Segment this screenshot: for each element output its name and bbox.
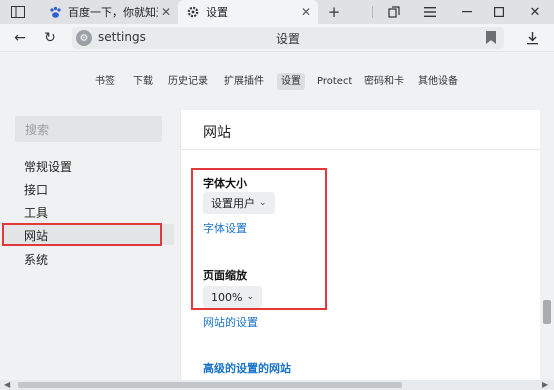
vertical-scrollbar[interactable] xyxy=(540,110,554,380)
nav-history[interactable]: 历史记录 xyxy=(168,73,208,90)
new-tab-icon[interactable]: + xyxy=(326,3,342,21)
divider xyxy=(372,6,373,18)
annotation-highlight-box xyxy=(191,168,327,310)
horizontal-scrollbar[interactable]: ◀ ▶ xyxy=(0,380,554,390)
nav-settings[interactable]: 设置 xyxy=(277,73,305,90)
scroll-right-icon[interactable]: ▶ xyxy=(542,380,548,389)
baidu-paw-icon xyxy=(48,5,62,19)
sidebar-item-tools[interactable]: 工具 xyxy=(24,205,48,221)
tab-baidu[interactable]: 百度一下，你就知道 ✕ xyxy=(40,0,178,24)
sidebar-item-general[interactable]: 常规设置 xyxy=(24,159,72,175)
url-text: settings xyxy=(98,30,146,44)
tab-settings[interactable]: 设置 ✕ xyxy=(178,0,318,24)
tab-label: 百度一下，你就知道 xyxy=(68,6,158,19)
advanced-site-settings-link[interactable]: 高级的设置的网站 xyxy=(203,360,291,376)
nav-protect[interactable]: Protect xyxy=(317,73,352,90)
scroll-left-icon[interactable]: ◀ xyxy=(4,380,10,389)
gear-icon xyxy=(186,5,200,19)
site-settings-link[interactable]: 网站的设置 xyxy=(203,314,258,330)
divider xyxy=(181,149,541,150)
reload-icon[interactable]: ↻ xyxy=(41,29,59,47)
sidebar-item-system[interactable]: 系统 xyxy=(24,252,48,268)
annotation-highlight-box xyxy=(2,223,162,246)
scrollbar-thumb[interactable] xyxy=(18,382,402,388)
omnibox[interactable]: ⚙ settings 设置 xyxy=(72,27,504,49)
download-icon[interactable] xyxy=(523,29,541,47)
title-bar: 百度一下，你就知道 ✕ 设置 ✕ + ✕ xyxy=(0,0,554,24)
maximize-icon[interactable] xyxy=(491,4,507,20)
address-bar: ← ↻ ⚙ settings 设置 xyxy=(0,24,554,52)
site-info-icon[interactable]: ⚙ xyxy=(76,30,92,46)
sidebar-item-interface[interactable]: 接口 xyxy=(24,182,48,198)
close-window-icon[interactable]: ✕ xyxy=(527,4,543,20)
workspaces-icon[interactable] xyxy=(386,4,402,20)
search-input[interactable]: 搜索 xyxy=(15,116,162,142)
nav-downloads[interactable]: 下载 xyxy=(133,73,153,90)
menu-icon[interactable] xyxy=(422,4,438,20)
sidebar-toggle-icon[interactable] xyxy=(10,4,26,20)
back-icon[interactable]: ← xyxy=(11,29,29,47)
minimize-icon[interactable] xyxy=(459,4,475,20)
close-tab-icon[interactable]: ✕ xyxy=(298,5,314,19)
nav-bookmarks[interactable]: 书签 xyxy=(95,73,115,90)
scrollbar-thumb[interactable] xyxy=(543,300,551,324)
page-title: 网站 xyxy=(203,125,231,141)
settings-sidebar: 搜索 常规设置 接口 工具 网站 系统 xyxy=(2,110,174,380)
nav-passwords[interactable]: 密码和卡 xyxy=(364,73,404,90)
bookmark-icon[interactable] xyxy=(486,31,496,44)
nav-other-devices[interactable]: 其他设备 xyxy=(418,73,458,90)
nav-extensions[interactable]: 扩展插件 xyxy=(224,73,264,90)
tab-label: 设置 xyxy=(206,6,228,19)
settings-nav: 书签 下载 历史记录 扩展插件 设置 Protect 密码和卡 其他设备 xyxy=(0,53,554,109)
settings-main: 网站 字体大小 设置用户 ⌄ 字体设置 页面缩放 100% ⌄ 网站的设置 高级… xyxy=(180,110,541,380)
close-tab-icon[interactable]: ✕ xyxy=(158,5,174,19)
